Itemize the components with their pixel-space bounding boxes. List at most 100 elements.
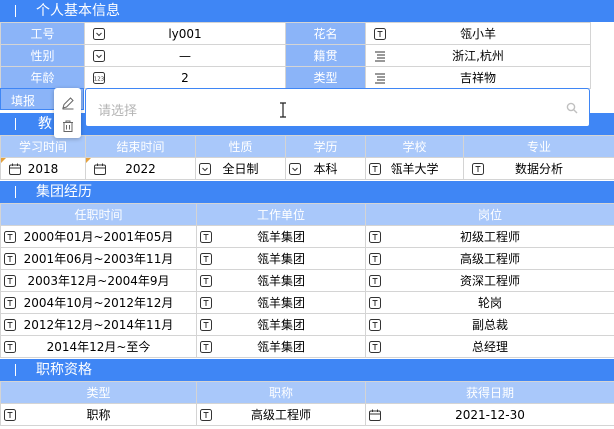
field-value-gender[interactable]: —	[84, 44, 286, 67]
group-position-cell[interactable]: 高级工程师	[365, 247, 614, 270]
dropdown-icon	[199, 163, 211, 175]
dropdown-icon	[289, 163, 301, 175]
group-position-value: 轮岗	[477, 296, 502, 310]
group-tenure-cell[interactable]: 2001年06月~2003年11月	[0, 247, 197, 270]
text-field-icon	[472, 163, 484, 175]
title-kind-value: 职称	[86, 408, 111, 422]
text-field-icon	[369, 319, 381, 331]
col-header-title: 职称	[196, 381, 366, 404]
education-start-cell[interactable]: 2018	[0, 157, 86, 180]
education-start-value: 2018	[27, 161, 59, 176]
dropdown-icon	[93, 50, 105, 62]
table-row: 2018 2022 全日制 本科 瓴羊大学 数据分析	[0, 157, 614, 180]
personal-row: 性别 — 籍贯 浙江,杭州	[0, 44, 591, 67]
group-position-cell[interactable]: 轮岗	[365, 291, 614, 314]
education-degree-value: 本科	[313, 162, 338, 176]
table-row: 2014年12月~至今 瓴羊集团 总经理	[0, 335, 614, 358]
trash-icon[interactable]	[61, 119, 75, 133]
education-degree-cell[interactable]: 本科	[285, 157, 366, 180]
col-header-kind: 类型	[0, 381, 197, 404]
title-date-cell[interactable]: 2021-12-30	[365, 403, 614, 426]
education-school-value: 瓴羊大学	[390, 162, 439, 176]
text-field-icon	[4, 341, 16, 353]
text-field-icon	[200, 297, 212, 309]
text-field-icon	[369, 275, 381, 287]
group-position-value: 高级工程师	[459, 252, 520, 266]
group-tenure-value: 2004年10月~2012年12月	[23, 296, 174, 310]
group-tenure-value: 2014年12月~至今	[46, 340, 151, 354]
group-employer-cell[interactable]: 瓴羊集团	[196, 335, 366, 358]
field-value-origin[interactable]: 浙江,杭州	[365, 44, 591, 67]
group-experience-header: 集团经历	[0, 181, 614, 203]
gender-value: —	[179, 48, 191, 63]
group-tenure-cell[interactable]: 2014年12月~至今	[0, 335, 197, 358]
title-qualification-title: 职称资格	[36, 362, 92, 378]
education-end-value: 2022	[125, 161, 156, 176]
text-field-icon	[4, 275, 16, 287]
select-dropdown[interactable]: 请选择	[85, 88, 590, 127]
education-end-cell[interactable]: 2022	[85, 157, 196, 180]
group-tenure-value: 2012年12月~2014年11月	[23, 318, 174, 332]
title-name-cell[interactable]: 高级工程师	[196, 403, 366, 426]
field-value-id[interactable]: ly001	[84, 22, 286, 45]
group-position-cell[interactable]: 初级工程师	[365, 225, 614, 248]
text-field-icon	[200, 341, 212, 353]
table-row: 2012年12月~2014年11月 瓴羊集团 副总裁	[0, 313, 614, 336]
text-field-icon	[369, 341, 381, 353]
calendar-icon	[9, 163, 21, 175]
fill-report-label: 填报	[11, 94, 36, 108]
group-employer-value: 瓴羊集团	[256, 230, 305, 244]
table-row: 2001年06月~2003年11月 瓴羊集团 高级工程师	[0, 247, 614, 270]
personal-row: 年龄 123 2 类型 吉祥物	[0, 66, 591, 89]
text-field-icon	[374, 28, 386, 40]
group-employer-cell[interactable]: 瓴羊集团	[196, 269, 366, 292]
text-field-icon	[200, 253, 212, 265]
education-school-cell[interactable]: 瓴羊大学	[365, 157, 464, 180]
group-experience-title: 集团经历	[36, 184, 92, 200]
list-select-icon	[374, 72, 386, 84]
group-employer-cell[interactable]: 瓴羊集团	[196, 225, 366, 248]
group-employer-cell[interactable]: 瓴羊集团	[196, 247, 366, 270]
group-employer-cell[interactable]: 瓴羊集团	[196, 313, 366, 336]
text-field-icon	[200, 231, 212, 243]
text-field-icon	[200, 319, 212, 331]
field-value-nickname[interactable]: 瓴小羊	[365, 22, 591, 45]
calendar-icon	[369, 409, 381, 421]
group-position-cell[interactable]: 副总裁	[365, 313, 614, 336]
pencil-icon[interactable]	[61, 96, 75, 110]
text-field-icon	[369, 253, 381, 265]
col-header-date: 获得日期	[365, 381, 614, 404]
group-tenure-cell[interactable]: 2012年12月~2014年11月	[0, 313, 197, 336]
group-employer-cell[interactable]: 瓴羊集团	[196, 291, 366, 314]
education-nature-value: 全日制	[222, 162, 259, 176]
title-kind-cell[interactable]: 职称	[0, 403, 197, 426]
header-bar-mark	[15, 5, 16, 17]
field-label-age: 年龄	[0, 66, 85, 89]
education-nature-cell[interactable]: 全日制	[195, 157, 286, 180]
field-value-age[interactable]: 123 2	[84, 66, 286, 89]
text-field-icon	[200, 275, 212, 287]
education-major-value: 数据分析	[514, 162, 563, 176]
personal-info-header: 个人基本信息	[0, 0, 614, 22]
group-position-cell[interactable]: 总经理	[365, 335, 614, 358]
table-row: 职称 高级工程师 2021-12-30	[0, 403, 614, 426]
group-tenure-cell[interactable]: 2004年10月~2012年12月	[0, 291, 197, 314]
group-tenure-cell[interactable]: 2003年12月~2004年9月	[0, 269, 197, 292]
group-position-cell[interactable]: 资深工程师	[365, 269, 614, 292]
text-field-icon	[4, 231, 16, 243]
group-tenure-value: 2000年01月~2001年05月	[23, 230, 174, 244]
search-icon[interactable]	[566, 102, 578, 114]
col-header-school: 学校	[365, 135, 464, 158]
group-employer-value: 瓴羊集团	[256, 252, 305, 266]
number-field-icon: 123	[93, 72, 105, 84]
personal-info-title: 个人基本信息	[36, 3, 120, 19]
header-bar-mark	[15, 118, 16, 130]
group-tenure-cell[interactable]: 2000年01月~2001年05月	[0, 225, 197, 248]
col-header-degree: 学历	[285, 135, 366, 158]
field-value-type[interactable]: 吉祥物	[365, 66, 591, 89]
group-employer-value: 瓴羊集团	[256, 318, 305, 332]
education-major-cell[interactable]: 数据分析	[463, 157, 614, 180]
title-header-row: 类型 职称 获得日期	[0, 381, 614, 404]
education-title: 教	[38, 116, 52, 132]
group-tenure-value: 2003年12月~2004年9月	[27, 274, 170, 288]
